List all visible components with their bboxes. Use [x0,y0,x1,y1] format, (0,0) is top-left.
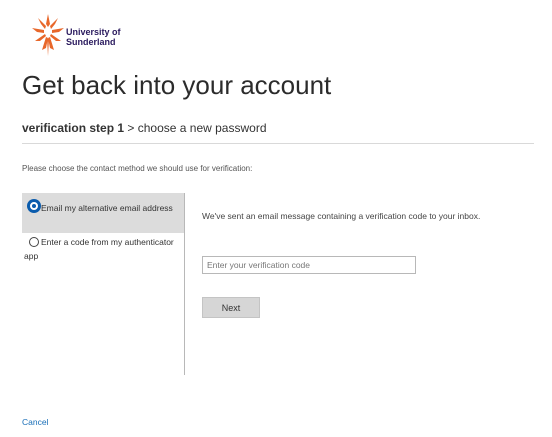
verification-code-input[interactable] [202,256,416,274]
current-step: verification step 1 [22,121,125,135]
university-name-line1: University of [66,27,121,37]
step-indicator: verification step 1 > choose a new passw… [22,121,267,135]
step-separator: > [127,121,135,135]
password-reset-page: University of Sunderland Get back into y… [0,0,552,437]
next-step: choose a new password [137,121,267,135]
university-logo: University of Sunderland [32,14,142,58]
page-title: Get back into your account [22,70,332,100]
university-name-line2: Sunderland [66,37,116,47]
sunderland-crest-icon [32,14,64,56]
method-email-label: Email my alternative email address [41,203,173,213]
university-name: University of Sunderland [66,27,121,47]
cancel-link[interactable]: Cancel [22,417,48,427]
method-email-option[interactable]: Email my alternative email address [22,193,184,233]
divider [22,143,534,144]
email-sent-message: We've sent an email message containing a… [202,211,481,221]
method-authenticator-label: Enter a code from my authenticator app [24,237,174,261]
contact-method-instruction: Please choose the contact method we shou… [22,164,253,173]
method-authenticator-option[interactable]: Enter a code from my authenticator app [22,233,184,275]
contact-method-list: Email my alternative email address Enter… [22,193,185,375]
next-button[interactable]: Next [202,297,260,318]
